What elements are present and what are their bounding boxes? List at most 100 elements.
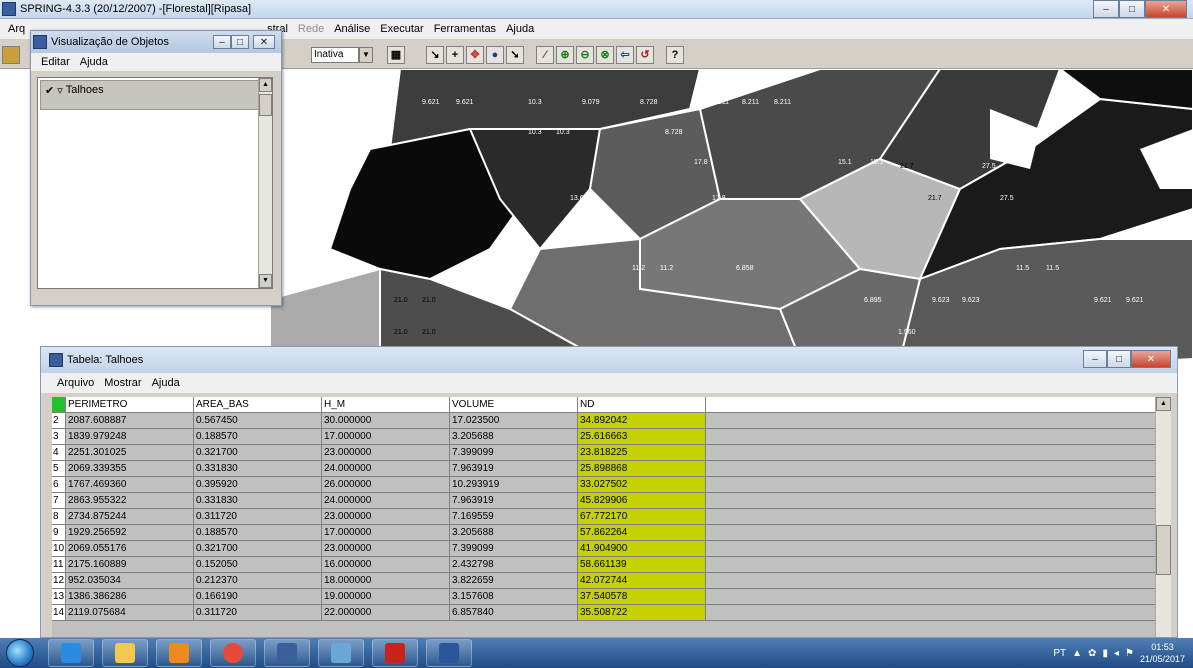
checkbox-icon[interactable]: ✔ <box>45 84 54 97</box>
menu-ajuda[interactable]: Ajuda <box>150 377 182 389</box>
pan-icon[interactable]: ✥ <box>466 46 484 64</box>
menu-rede[interactable]: Rede <box>296 23 326 35</box>
cursor-icon[interactable]: ➘ <box>506 46 524 64</box>
cell-h-m[interactable]: 23.000000 <box>322 541 450 556</box>
cell-nd[interactable]: 45.829906 <box>578 493 706 508</box>
object-tree-scrollbar[interactable]: ▲ ▼ <box>258 78 272 288</box>
cell-h-m[interactable]: 18.000000 <box>322 573 450 588</box>
flag-icon[interactable]: ⚑ <box>1125 648 1134 659</box>
cell-idx[interactable]: 9 <box>52 525 66 540</box>
taskbar-acrobat[interactable] <box>372 639 418 667</box>
cell-idx[interactable]: 14 <box>52 605 66 620</box>
scroll-thumb[interactable] <box>1156 525 1171 575</box>
taskbar-network[interactable] <box>318 639 364 667</box>
table-row[interactable]: 13 1386.386286 0.166190 19.000000 3.157608 37… <box>52 589 1155 605</box>
table-row[interactable]: 4 2251.301025 0.321700 23.000000 7.399099 23.… <box>52 445 1155 461</box>
scroll-down-icon[interactable]: ▼ <box>259 274 272 288</box>
cell-h-m[interactable]: 17.000000 <box>322 525 450 540</box>
cell-idx[interactable]: 10 <box>52 541 66 556</box>
table-row[interactable]: 7 2863.955322 0.331830 24.000000 7.963919 45.… <box>52 493 1155 509</box>
scroll-thumb[interactable] <box>259 94 272 116</box>
taskbar-word[interactable] <box>426 639 472 667</box>
cell-volume[interactable]: 3.822659 <box>450 573 578 588</box>
column-header[interactable]: PERIMETRO <box>66 397 194 412</box>
menu-arquivo[interactable]: Arquivo <box>55 377 96 389</box>
cell-perimetro[interactable]: 2119.075684 <box>66 605 194 620</box>
cell-volume[interactable]: 7.169559 <box>450 509 578 524</box>
maximize-icon[interactable]: □ <box>231 35 249 49</box>
cell-idx[interactable]: 8 <box>52 509 66 524</box>
cell-volume[interactable]: 17.023500 <box>450 413 578 428</box>
table-row[interactable]: 14 2119.075684 0.311720 22.000000 6.857840 35… <box>52 605 1155 621</box>
import-icon[interactable]: ↘ <box>426 46 444 64</box>
minimize-icon[interactable]: – <box>1093 0 1119 18</box>
table-row[interactable]: 8 2734.875244 0.311720 23.000000 7.169559 67.… <box>52 509 1155 525</box>
cell-perimetro[interactable]: 2251.301025 <box>66 445 194 460</box>
cell-perimetro[interactable]: 2175.160889 <box>66 557 194 572</box>
menu-executar[interactable]: Executar <box>378 23 425 35</box>
close-icon[interactable]: ✕ <box>253 35 275 49</box>
cell-area-bas[interactable]: 0.188570 <box>194 429 322 444</box>
cell-idx[interactable]: 5 <box>52 461 66 476</box>
scroll-up-icon[interactable]: ▲ <box>1156 397 1171 411</box>
menu-mostrar[interactable]: Mostrar <box>102 377 143 389</box>
table-row[interactable]: 9 1929.256592 0.188570 17.000000 3.205688 57.… <box>52 525 1155 541</box>
cell-volume[interactable]: 10.293919 <box>450 477 578 492</box>
cell-idx[interactable]: 4 <box>52 445 66 460</box>
language-indicator[interactable]: PT <box>1053 648 1066 659</box>
mode-select[interactable]: Inativa <box>311 47 359 63</box>
chevron-down-icon[interactable]: ▼ <box>359 47 373 63</box>
cell-h-m[interactable]: 24.000000 <box>322 461 450 476</box>
cell-h-m[interactable]: 26.000000 <box>322 477 450 492</box>
menu-ajuda[interactable]: Ajuda <box>504 23 536 35</box>
objects-window-titlebar[interactable]: Visualização de Objetos – □ ✕ <box>31 31 281 53</box>
table-window-titlebar[interactable]: Tabela: Talhoes – □ ✕ <box>41 347 1177 373</box>
cell-nd[interactable]: 23.818225 <box>578 445 706 460</box>
cell-h-m[interactable]: 23.000000 <box>322 445 450 460</box>
cell-idx[interactable]: 13 <box>52 589 66 604</box>
cell-area-bas[interactable]: 0.212370 <box>194 573 322 588</box>
table-scrollbar[interactable]: ▲ <box>1155 397 1171 637</box>
cell-nd[interactable]: 25.616663 <box>578 429 706 444</box>
column-header[interactable]: ND <box>578 397 706 412</box>
tray-expand-icon[interactable]: ▲ <box>1072 648 1082 659</box>
cell-volume[interactable]: 7.399099 <box>450 445 578 460</box>
cell-perimetro[interactable]: 1839.979248 <box>66 429 194 444</box>
table-row[interactable]: 10 2069.055176 0.321700 23.000000 7.399099 41… <box>52 541 1155 557</box>
cell-perimetro[interactable]: 2069.339355 <box>66 461 194 476</box>
menu-editar[interactable]: Editar <box>39 56 72 68</box>
cell-volume[interactable]: 7.963919 <box>450 493 578 508</box>
cell-h-m[interactable]: 22.000000 <box>322 605 450 620</box>
cell-h-m[interactable]: 19.000000 <box>322 589 450 604</box>
cell-area-bas[interactable]: 0.188570 <box>194 525 322 540</box>
cell-area-bas[interactable]: 0.321700 <box>194 541 322 556</box>
cell-area-bas[interactable]: 0.567450 <box>194 413 322 428</box>
cell-nd[interactable]: 33.027502 <box>578 477 706 492</box>
database-icon[interactable] <box>2 46 20 64</box>
maximize-icon[interactable]: □ <box>1119 0 1145 18</box>
taskbar-spring[interactable] <box>264 639 310 667</box>
cell-h-m[interactable]: 17.000000 <box>322 429 450 444</box>
cell-perimetro[interactable]: 1929.256592 <box>66 525 194 540</box>
close-icon[interactable]: ✕ <box>1131 350 1171 368</box>
grid-icon[interactable]: ▦ <box>387 46 405 64</box>
volume-icon[interactable]: ◂ <box>1114 648 1119 659</box>
cell-idx[interactable]: 6 <box>52 477 66 492</box>
table-row[interactable]: 2 2087.608887 0.567450 30.000000 17.023500 34… <box>52 413 1155 429</box>
cell-nd[interactable]: 34.892042 <box>578 413 706 428</box>
cell-idx[interactable]: 7 <box>52 493 66 508</box>
cell-h-m[interactable]: 24.000000 <box>322 493 450 508</box>
zoom-out-icon[interactable]: ⊖ <box>576 46 594 64</box>
cell-idx[interactable]: 2 <box>52 413 66 428</box>
cell-h-m[interactable]: 30.000000 <box>322 413 450 428</box>
close-icon[interactable]: ✕ <box>1145 0 1187 18</box>
cell-h-m[interactable]: 16.000000 <box>322 557 450 572</box>
maximize-icon[interactable]: □ <box>1107 350 1131 368</box>
zoom-in-icon[interactable]: ⊕ <box>556 46 574 64</box>
cell-nd[interactable]: 58.661139 <box>578 557 706 572</box>
help-icon[interactable]: ? <box>666 46 684 64</box>
cell-area-bas[interactable]: 0.321700 <box>194 445 322 460</box>
cell-nd[interactable]: 42.072744 <box>578 573 706 588</box>
cell-perimetro[interactable]: 2087.608887 <box>66 413 194 428</box>
cell-idx[interactable]: 3 <box>52 429 66 444</box>
